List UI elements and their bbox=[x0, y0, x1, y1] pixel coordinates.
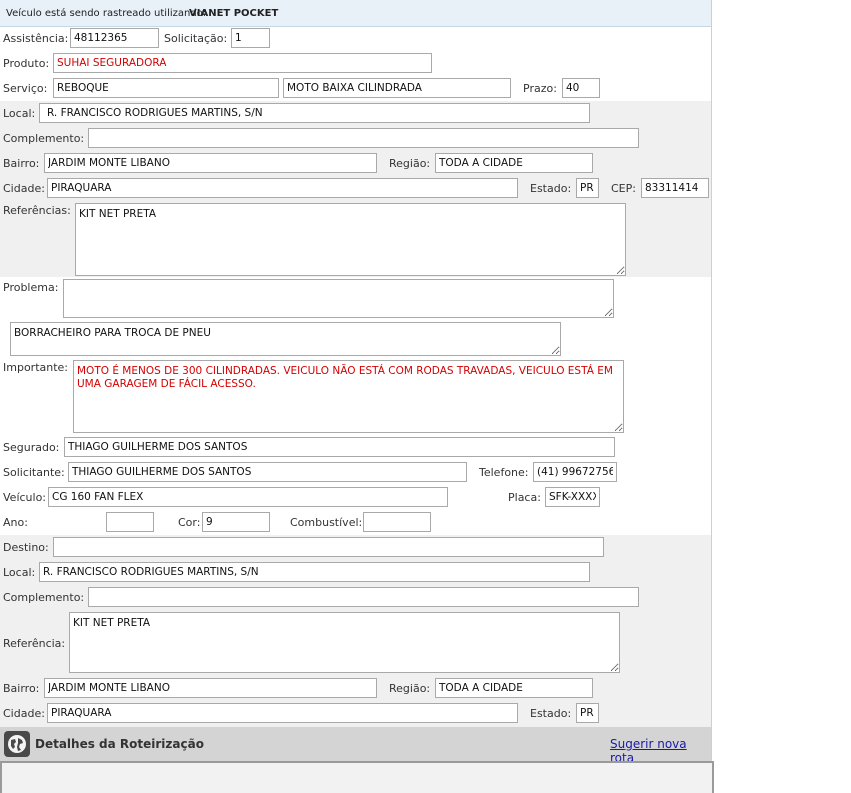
destino-complemento-field[interactable] bbox=[88, 587, 639, 607]
importante-field[interactable]: MOTO É MENOS DE 300 CILINDRADAS. VEICULO… bbox=[73, 360, 624, 433]
globe-icon bbox=[4, 731, 30, 757]
placa-field[interactable] bbox=[545, 487, 600, 507]
tracking-bar: Veículo está sendo rastreado utilizando:… bbox=[0, 0, 711, 27]
tracking-system: VIANET POCKET bbox=[189, 8, 279, 19]
cor-label: Cor: bbox=[178, 516, 201, 529]
prazo-field[interactable] bbox=[562, 78, 600, 98]
combustivel-field[interactable] bbox=[363, 512, 431, 532]
ano-label: Ano: bbox=[3, 516, 28, 529]
importante-label: Importante: bbox=[3, 361, 69, 374]
cidade-label: Cidade: bbox=[3, 182, 45, 195]
estado-label: Estado: bbox=[530, 182, 572, 195]
segurado-field[interactable] bbox=[64, 437, 615, 457]
destino-local-label: Local: bbox=[3, 566, 36, 579]
combustivel-label: Combustível: bbox=[290, 516, 363, 529]
produto-field[interactable] bbox=[53, 53, 432, 73]
solicitacao-label: Solicitação: bbox=[164, 32, 228, 45]
destino-regiao-field[interactable] bbox=[435, 678, 593, 698]
solicitante-label: Solicitante: bbox=[3, 466, 65, 479]
referencias-label: Referências: bbox=[3, 204, 71, 217]
destino-bairro-field[interactable] bbox=[44, 678, 377, 698]
veiculo-field[interactable] bbox=[48, 487, 448, 507]
servico-field[interactable] bbox=[53, 78, 279, 98]
servico-label: Serviço: bbox=[3, 82, 48, 95]
bairro-field[interactable] bbox=[44, 153, 377, 173]
tracking-prefix: Veículo está sendo rastreado utilizando: bbox=[6, 8, 207, 19]
cep-field[interactable] bbox=[641, 178, 709, 198]
cidade-field[interactable] bbox=[47, 178, 518, 198]
assistencia-label: Assistência: bbox=[3, 32, 69, 45]
regiao-field[interactable] bbox=[435, 153, 593, 173]
placa-label: Placa: bbox=[508, 491, 541, 504]
veiculo-label: Veículo: bbox=[3, 491, 47, 504]
destino-complemento-label: Complemento: bbox=[3, 591, 85, 604]
local-field[interactable] bbox=[39, 103, 590, 123]
servico-subtype-field[interactable] bbox=[283, 78, 511, 98]
destino-regiao-label: Região: bbox=[389, 682, 431, 695]
routing-details-header: Detalhes da Roteirização Sugerir nova ro… bbox=[0, 727, 711, 765]
local-label: Local: bbox=[3, 107, 36, 120]
routing-details-title: Detalhes da Roteirização bbox=[35, 737, 204, 751]
problema-detail-field[interactable]: BORRACHEIRO PARA TROCA DE PNEU bbox=[10, 322, 561, 356]
cep-label: CEP: bbox=[611, 182, 636, 195]
complemento-field[interactable] bbox=[88, 128, 639, 148]
ano-field[interactable] bbox=[106, 512, 154, 532]
bairro-label: Bairro: bbox=[3, 157, 40, 170]
destino-referencia-label: Referência: bbox=[3, 637, 66, 650]
destino-referencia-field[interactable]: KIT NET PRETA bbox=[69, 612, 620, 673]
destino-cidade-field[interactable] bbox=[47, 703, 518, 723]
destino-local-field[interactable] bbox=[39, 562, 590, 582]
prazo-label: Prazo: bbox=[523, 82, 557, 95]
destino-cidade-label: Cidade: bbox=[3, 707, 45, 720]
destino-field[interactable] bbox=[53, 537, 604, 557]
problema-label: Problema: bbox=[3, 281, 59, 294]
telefone-field[interactable] bbox=[533, 462, 617, 482]
complemento-label: Complemento: bbox=[3, 132, 85, 145]
assistencia-field[interactable] bbox=[70, 28, 159, 48]
destino-bairro-label: Bairro: bbox=[3, 682, 40, 695]
estado-field[interactable] bbox=[576, 178, 599, 198]
regiao-label: Região: bbox=[389, 157, 431, 170]
service-form-panel: Veículo está sendo rastreado utilizando:… bbox=[0, 0, 714, 793]
destino-estado-label: Estado: bbox=[530, 707, 572, 720]
destino-estado-field[interactable] bbox=[576, 703, 599, 723]
destino-label: Destino: bbox=[3, 541, 49, 554]
cor-field[interactable] bbox=[202, 512, 270, 532]
telefone-label: Telefone: bbox=[479, 466, 529, 479]
solicitacao-field[interactable] bbox=[231, 28, 270, 48]
referencias-field[interactable]: KIT NET PRETA bbox=[75, 203, 626, 276]
problema-field[interactable] bbox=[63, 279, 614, 318]
routing-details-content bbox=[0, 761, 714, 793]
produto-label: Produto: bbox=[3, 57, 50, 70]
solicitante-field[interactable] bbox=[68, 462, 467, 482]
segurado-label: Segurado: bbox=[3, 441, 60, 454]
